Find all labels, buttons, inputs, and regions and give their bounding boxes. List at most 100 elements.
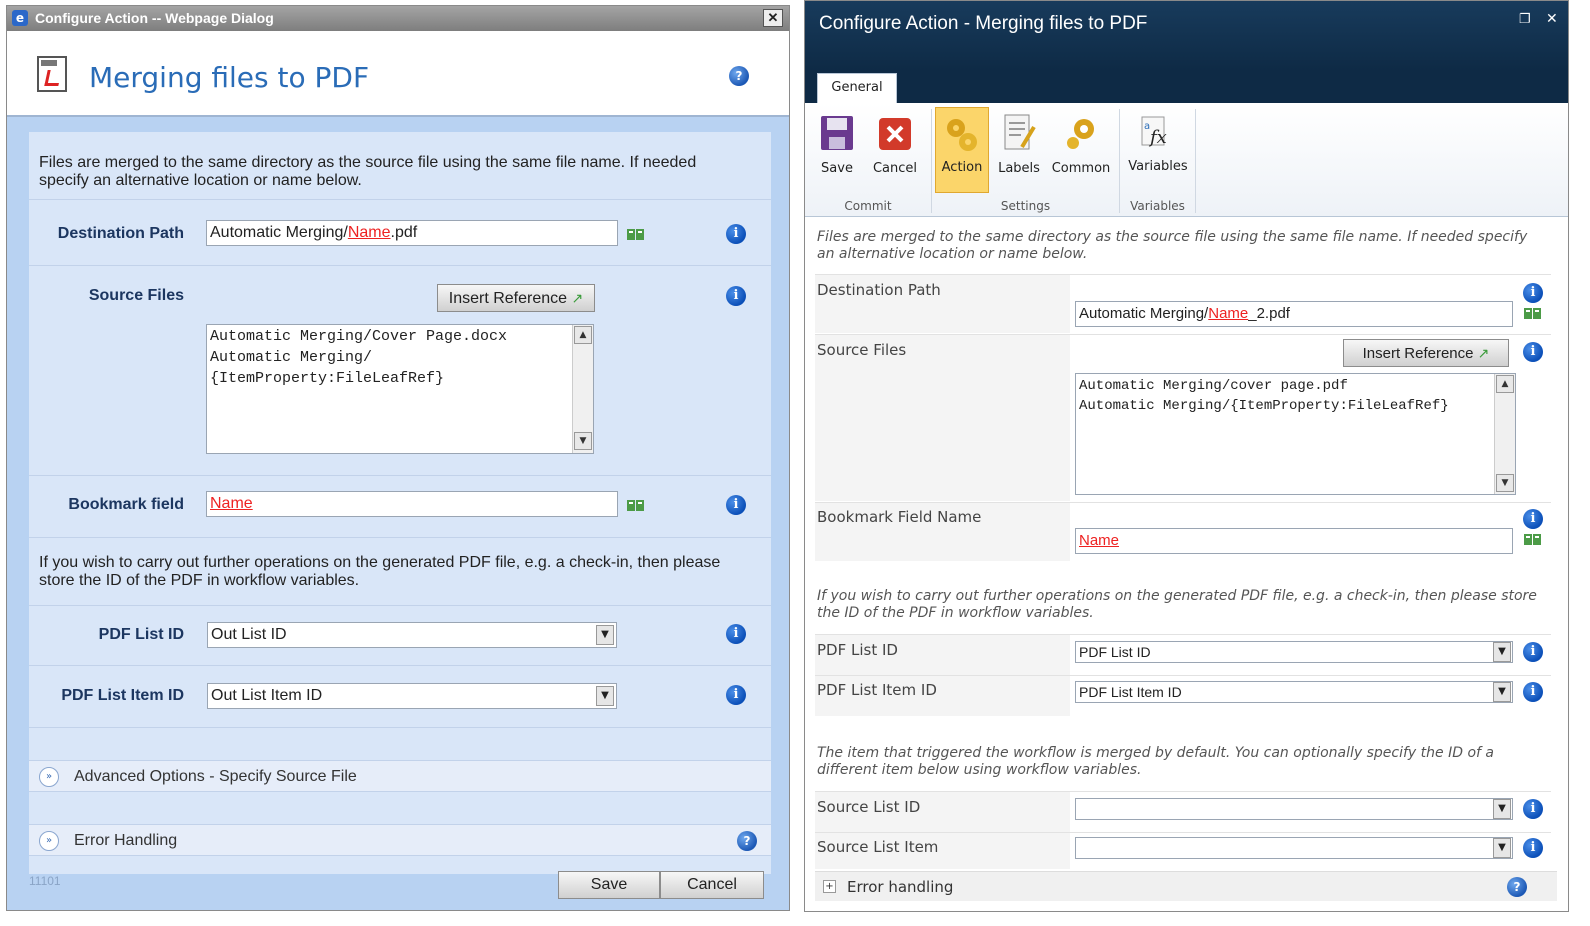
- info-icon[interactable]: i: [1523, 642, 1543, 662]
- ribbon-divider: [931, 109, 932, 213]
- save-button[interactable]: Save: [558, 871, 660, 899]
- source-list-item-select[interactable]: [1075, 837, 1513, 859]
- source-files-textarea[interactable]: Automatic Merging/cover page.pdf Automat…: [1075, 373, 1516, 495]
- intro-text: Files are merged to the same directory a…: [817, 229, 1528, 262]
- labels-icon: [1004, 114, 1036, 150]
- destination-path-input[interactable]: Automatic Merging/Name_2.pdf: [1075, 301, 1513, 327]
- ribbon-common-button[interactable]: Common: [1051, 115, 1111, 176]
- cancel-button[interactable]: Cancel: [660, 871, 764, 899]
- help-icon[interactable]: ?: [729, 66, 749, 86]
- variables-icon: fxa: [1141, 116, 1167, 148]
- bookmark-reference[interactable]: Name: [1079, 532, 1119, 549]
- chevron-down-icon[interactable]: ▼: [1493, 838, 1511, 858]
- pdf-list-id-value: Out List ID: [211, 626, 287, 643]
- source-files-textarea[interactable]: Automatic Merging/Cover Page.docx Automa…: [206, 324, 594, 454]
- info-icon[interactable]: i: [726, 286, 746, 306]
- cancel-icon: [879, 118, 911, 150]
- insert-reference-icon[interactable]: [626, 497, 646, 513]
- ribbon-divider: [1195, 109, 1196, 213]
- pdf-list-id-select[interactable]: Out List ID: [207, 622, 617, 648]
- info-icon[interactable]: i: [726, 685, 746, 705]
- left-close-button[interactable]: ✕: [763, 9, 783, 27]
- note-text: If you wish to carry out further operati…: [39, 554, 721, 589]
- info-icon[interactable]: i: [1523, 509, 1543, 529]
- error-handling-section[interactable]: » Error Handling ?: [29, 824, 771, 856]
- info-icon[interactable]: i: [1523, 799, 1543, 819]
- source-files-scrollbar[interactable]: ▲ ▼: [1494, 374, 1515, 494]
- destination-reference[interactable]: Name: [348, 224, 391, 241]
- gears-icon: [947, 119, 977, 151]
- ribbon-labels-button[interactable]: Labels: [991, 113, 1047, 176]
- expand-icon[interactable]: »: [39, 831, 59, 851]
- bookmark-field-input[interactable]: Name: [206, 491, 618, 517]
- scroll-up-button[interactable]: ▲: [1496, 375, 1514, 393]
- info-icon[interactable]: i: [1523, 682, 1543, 702]
- pdf-list-item-select[interactable]: PDF List Item ID: [1075, 681, 1513, 703]
- expand-icon[interactable]: »: [39, 767, 59, 787]
- right-dialog: Configure Action - Merging files to PDF …: [804, 0, 1569, 912]
- destination-reference[interactable]: Name: [1208, 305, 1248, 322]
- right-close-button[interactable]: ✕: [1546, 10, 1558, 27]
- destination-label: Destination Path: [817, 281, 941, 299]
- insert-reference-button[interactable]: Insert Reference ↗: [437, 284, 595, 312]
- tab-general[interactable]: General: [817, 73, 897, 103]
- chevron-down-icon[interactable]: ▼: [596, 686, 614, 706]
- info-icon[interactable]: i: [1523, 342, 1543, 362]
- intro-row: Files are merged to the same directory a…: [29, 132, 771, 200]
- help-icon[interactable]: ?: [1507, 877, 1527, 897]
- pdf-list-item-row: PDF List Item ID Out List Item ID ▼ i: [29, 666, 771, 728]
- ribbon-variables-button[interactable]: fx a Variables: [1127, 113, 1189, 174]
- source-files-label: Source Files: [817, 341, 907, 359]
- restore-button[interactable]: ❐: [1519, 11, 1531, 27]
- info-icon[interactable]: i: [726, 495, 746, 515]
- insert-reference-icon[interactable]: [1523, 305, 1543, 321]
- destination-prefix: Automatic Merging/: [1079, 305, 1209, 322]
- chevron-down-icon[interactable]: ▼: [1493, 799, 1511, 819]
- gear-icon: [1067, 119, 1094, 149]
- pdf-list-item-select[interactable]: Out List Item ID: [207, 683, 617, 709]
- source-files-scrollbar[interactable]: ▲ ▼: [572, 325, 593, 453]
- advanced-options-section[interactable]: » Advanced Options - Specify Source File: [29, 760, 771, 792]
- scroll-down-button[interactable]: ▼: [1496, 474, 1514, 492]
- source-list-id-select[interactable]: [1075, 798, 1513, 820]
- insert-reference-icon[interactable]: [626, 226, 646, 242]
- ribbon-save-button[interactable]: Save: [809, 115, 865, 176]
- expand-icon[interactable]: +: [823, 880, 836, 893]
- info-icon[interactable]: i: [1523, 283, 1543, 303]
- info-icon[interactable]: i: [1523, 838, 1543, 858]
- ribbon: Save Cancel Action Labels Common fx a Var…: [805, 103, 1568, 217]
- error-handling-label: Error Handling: [74, 832, 178, 849]
- left-dialog: e Configure Action -- Webpage Dialog ✕ M…: [6, 5, 790, 911]
- source-list-item-label: Source List Item: [817, 838, 939, 856]
- help-icon[interactable]: ?: [737, 831, 757, 851]
- pdf-list-id-select[interactable]: PDF List ID: [1075, 641, 1513, 663]
- svg-text:fx: fx: [1148, 127, 1167, 148]
- source-files-label: Source Files: [88, 287, 184, 304]
- chevron-down-icon[interactable]: ▼: [1493, 682, 1511, 702]
- scroll-down-button[interactable]: ▼: [574, 432, 592, 450]
- pdf-list-id-label: PDF List ID: [817, 641, 898, 659]
- error-handling-label: Error handling: [847, 878, 954, 896]
- pdf-list-id-row: PDF List ID Out List ID ▼ i: [29, 606, 771, 666]
- svg-text:a: a: [1144, 121, 1150, 132]
- bookmark-field-input[interactable]: Name: [1075, 528, 1513, 554]
- insert-reference-button[interactable]: Insert Reference ↗: [1343, 339, 1509, 367]
- bookmark-reference[interactable]: Name: [210, 495, 253, 512]
- source-list-id-label: Source List ID: [817, 798, 921, 816]
- destination-path-input[interactable]: Automatic Merging/Name.pdf: [206, 220, 618, 246]
- insert-reference-icon[interactable]: [1523, 531, 1543, 547]
- note2-text: The item that triggered the workflow is …: [817, 745, 1494, 778]
- right-title-bar: Configure Action - Merging files to PDF …: [805, 1, 1568, 71]
- insert-reference-label: Insert Reference: [1362, 345, 1474, 362]
- ribbon-action-button[interactable]: Action: [935, 107, 989, 193]
- info-icon[interactable]: i: [726, 624, 746, 644]
- ribbon-cancel-button[interactable]: Cancel: [867, 117, 923, 176]
- error-handling-section[interactable]: + Error handling ?: [815, 871, 1557, 901]
- chevron-down-icon[interactable]: ▼: [596, 625, 614, 645]
- ribbon-cancel-label: Cancel: [872, 161, 918, 176]
- info-icon[interactable]: i: [726, 224, 746, 244]
- source-files-row: Source Files Insert Reference ↗ i Automa…: [29, 266, 771, 476]
- advanced-options-label: Advanced Options - Specify Source File: [74, 768, 357, 785]
- chevron-down-icon[interactable]: ▼: [1493, 642, 1511, 662]
- scroll-up-button[interactable]: ▲: [574, 326, 592, 344]
